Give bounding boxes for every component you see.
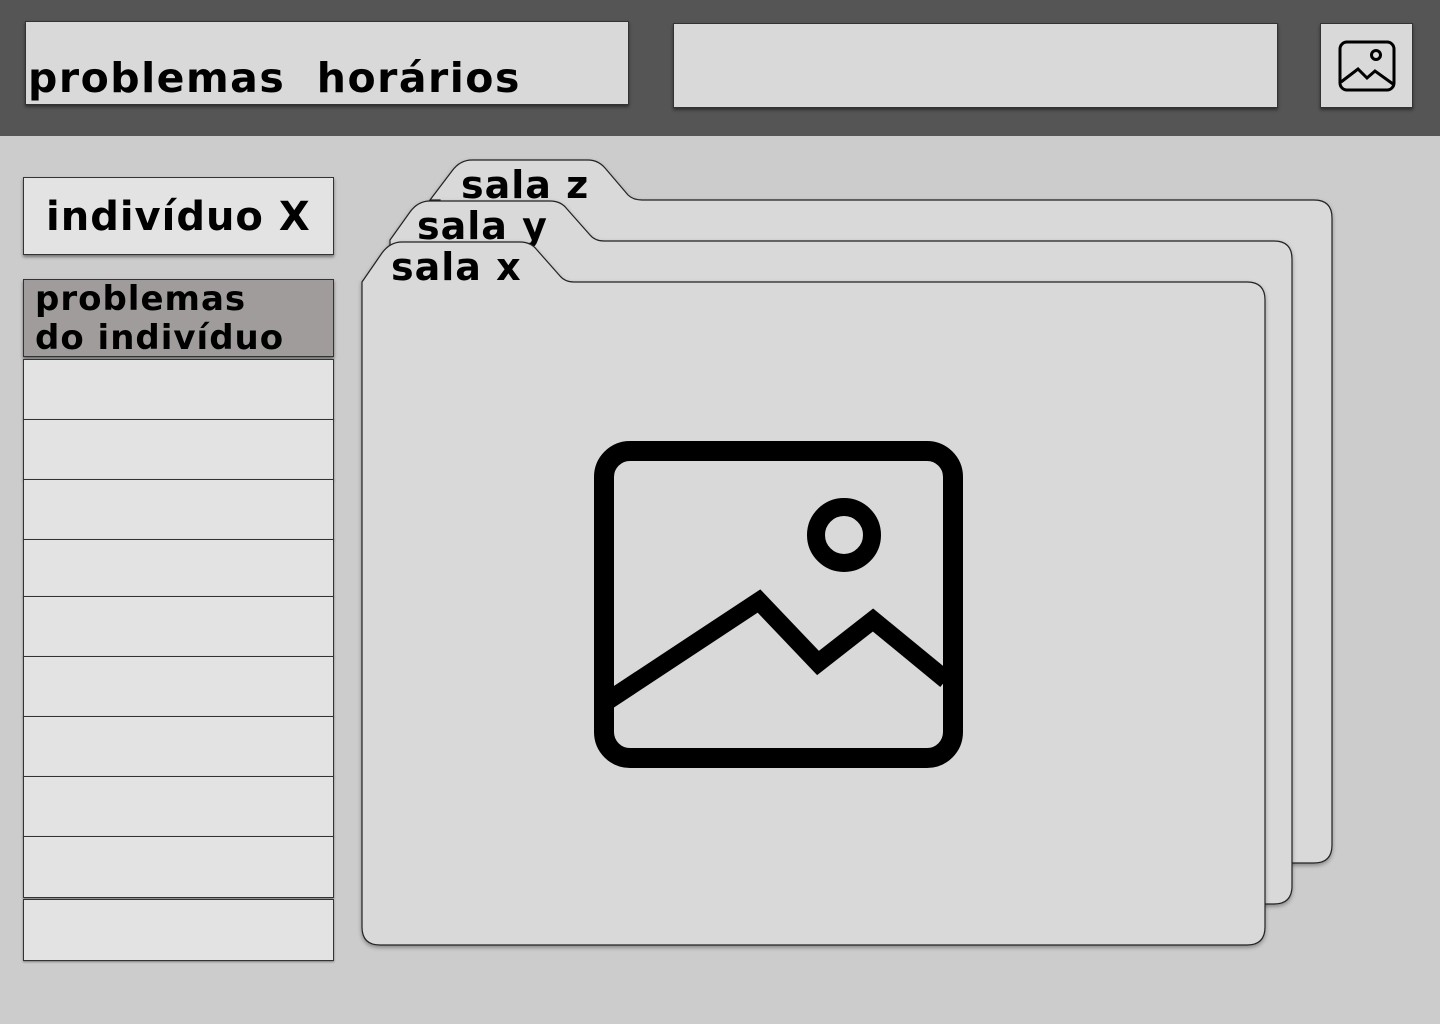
tab-sala-x[interactable]: sala x xyxy=(361,241,1266,946)
tab-sala-x-label: sala x xyxy=(391,245,522,289)
room-tabs: sala z sala y sala x xyxy=(361,159,1333,946)
